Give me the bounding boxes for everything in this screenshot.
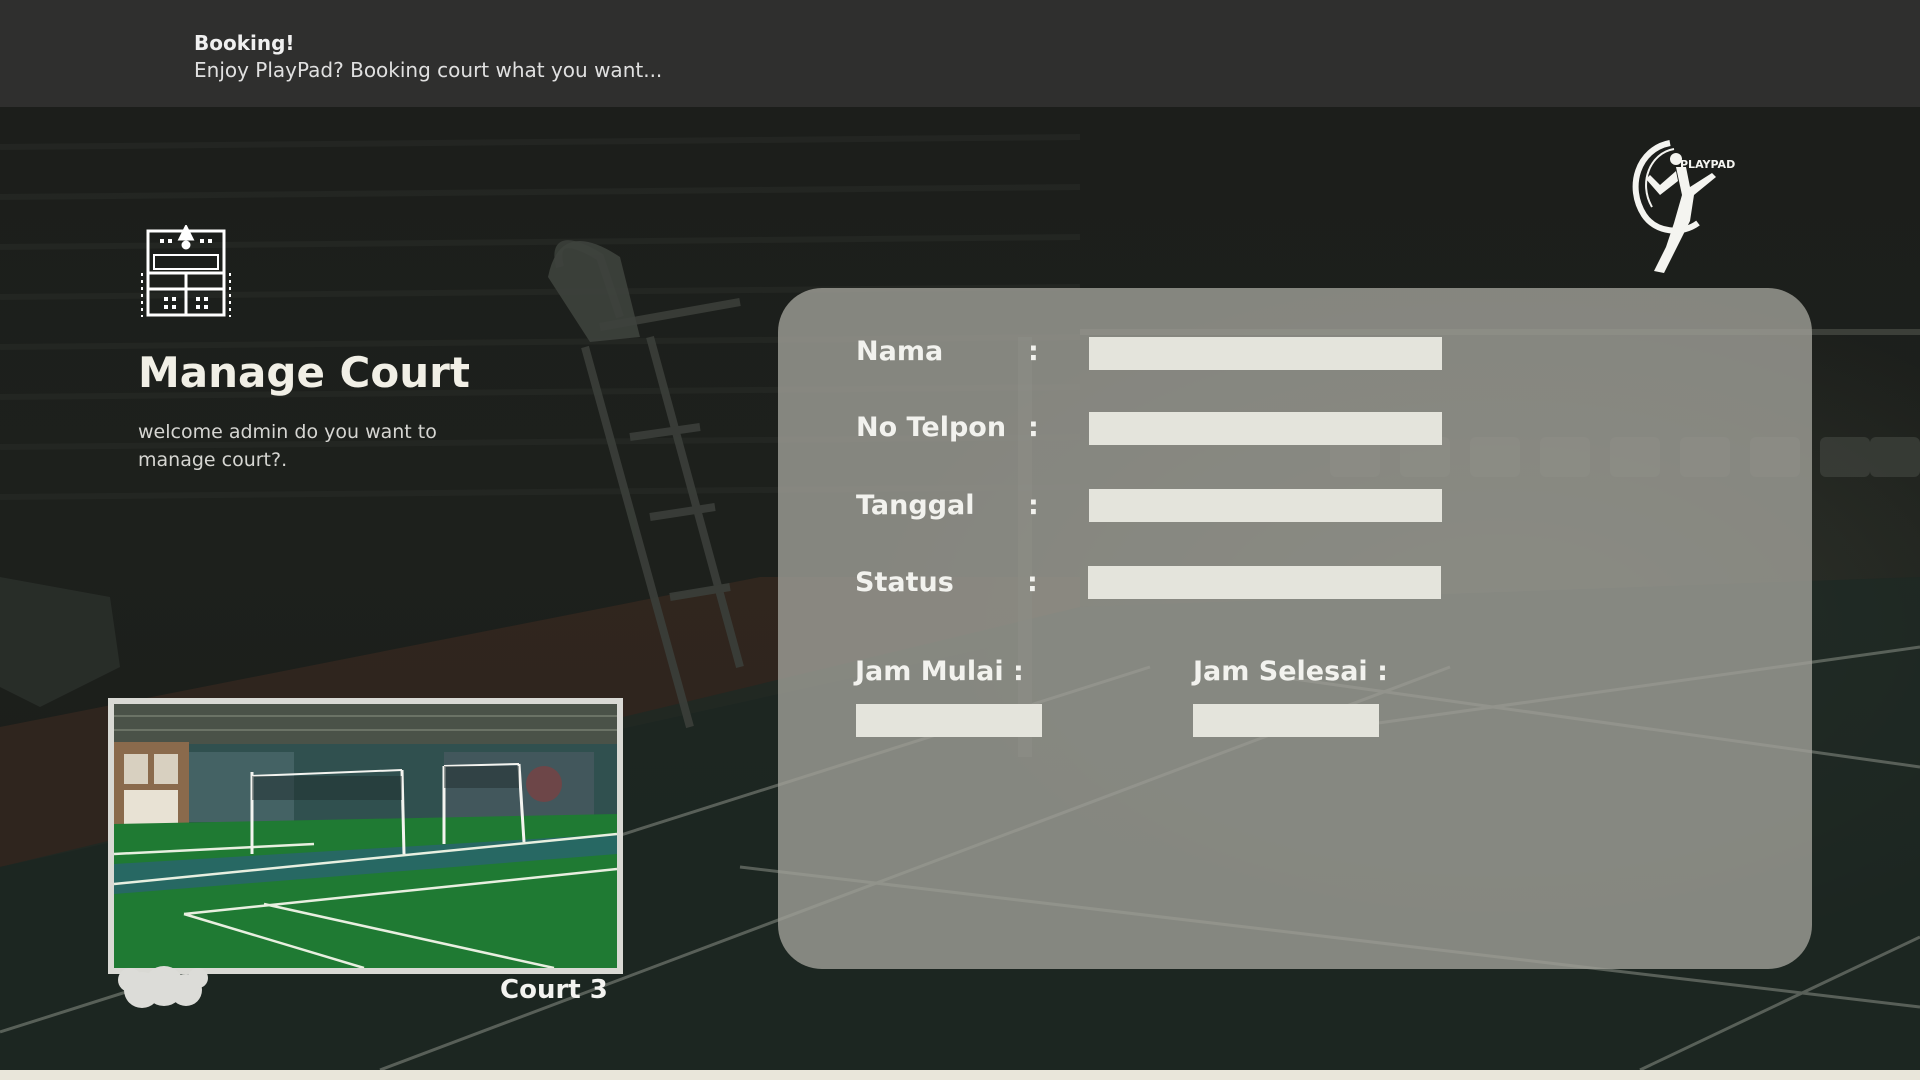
logo-text: PLAYPAD xyxy=(1680,158,1735,171)
nama-input[interactable] xyxy=(1089,337,1442,370)
cloud-decoration-icon xyxy=(112,966,212,1012)
court-preview-caption: Court 3 xyxy=(500,975,608,1005)
nama-colon: : xyxy=(1028,336,1039,367)
jam-mulai-input[interactable] xyxy=(856,704,1042,737)
page-description: welcome admin do you want to manage cour… xyxy=(138,421,437,471)
status-input[interactable] xyxy=(1088,566,1441,599)
no-telpon-input[interactable] xyxy=(1089,412,1442,445)
scoreboard-court-icon xyxy=(140,223,232,321)
banner-title: Booking! xyxy=(194,31,295,55)
svg-text:PLAYPAD: PLAYPAD xyxy=(1680,158,1735,171)
no-telpon-label: No Telpon xyxy=(856,412,1007,443)
nama-label: Nama xyxy=(856,336,944,367)
no-telpon-colon: : xyxy=(1028,412,1039,443)
jam-selesai-input[interactable] xyxy=(1193,704,1379,737)
banner-subtitle: Enjoy PlayPad? Booking court what you wa… xyxy=(194,58,663,82)
jam-mulai-label: Jam Mulai : xyxy=(855,656,1024,687)
jam-selesai-label: Jam Selesai : xyxy=(1193,656,1388,687)
status-colon: : xyxy=(1027,567,1038,598)
tanggal-colon: : xyxy=(1028,490,1039,521)
bottom-strip xyxy=(0,1070,1920,1080)
tanggal-label: Tanggal xyxy=(856,490,975,521)
tanggal-input[interactable] xyxy=(1089,489,1442,522)
page-title: Manage Court xyxy=(138,348,470,397)
status-label: Status xyxy=(855,567,954,598)
playpad-logo-icon: PLAYPAD xyxy=(1620,135,1735,275)
top-banner: Booking! Enjoy PlayPad? Booking court wh… xyxy=(0,0,1920,107)
booking-form-panel: Nama : No Telpon : Tanggal : Status : Ja… xyxy=(778,288,1812,969)
court-preview-image[interactable] xyxy=(108,698,623,974)
